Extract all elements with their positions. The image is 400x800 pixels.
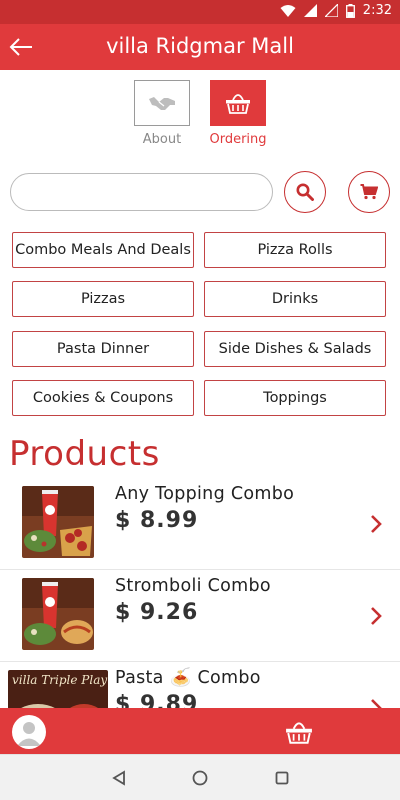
product-price: $ 9.89 bbox=[115, 692, 199, 708]
product-image bbox=[22, 486, 94, 558]
product-name: Stromboli Combo bbox=[115, 576, 271, 596]
product-price: $ 8.99 bbox=[115, 508, 199, 533]
product-item[interactable]: villa Triple Play Pasta 🍝 Combo $ 9.89 bbox=[0, 662, 400, 708]
category-side-dishes-salads[interactable]: Side Dishes & Salads bbox=[204, 331, 386, 367]
app-bar: villa Ridgmar Mall bbox=[0, 24, 400, 70]
category-drinks[interactable]: Drinks bbox=[204, 281, 386, 317]
handshake-icon bbox=[149, 97, 175, 110]
status-time: 2:32 bbox=[362, 3, 392, 18]
category-pasta-dinner[interactable]: Pasta Dinner bbox=[12, 331, 194, 367]
product-name: Any Topping Combo bbox=[115, 484, 295, 504]
battery-icon bbox=[345, 3, 355, 18]
product-image: villa Triple Play bbox=[8, 670, 108, 708]
search-button[interactable] bbox=[284, 171, 326, 213]
tab-about[interactable]: About bbox=[134, 80, 190, 147]
cart-button[interactable] bbox=[348, 171, 390, 213]
tab-about-icon-box bbox=[134, 80, 190, 126]
page-title: villa Ridgmar Mall bbox=[106, 34, 294, 58]
nav-home-button[interactable] bbox=[189, 767, 211, 789]
status-bar: 2:32 bbox=[0, 0, 400, 24]
cart-icon bbox=[360, 184, 378, 200]
products-heading: Products bbox=[9, 434, 160, 474]
signal-icon bbox=[303, 4, 317, 17]
product-name: Pasta 🍝 Combo bbox=[115, 668, 261, 688]
basket-icon bbox=[226, 94, 250, 114]
nav-back-button[interactable] bbox=[108, 767, 130, 789]
product-price: $ 9.26 bbox=[115, 600, 199, 625]
category-pizza-rolls[interactable]: Pizza Rolls bbox=[204, 232, 386, 268]
search-input[interactable] bbox=[10, 173, 273, 211]
bottom-bar bbox=[0, 708, 400, 754]
product-list: Any Topping Combo $ 8.99 Stromboli Combo… bbox=[0, 478, 400, 708]
wifi-icon bbox=[280, 4, 296, 17]
triangle-back-icon bbox=[112, 770, 125, 786]
chevron-right-icon bbox=[371, 699, 382, 708]
status-icons: 2:32 bbox=[280, 3, 392, 18]
square-recents-icon bbox=[275, 771, 289, 785]
user-avatar-icon bbox=[17, 722, 41, 746]
basket-button[interactable] bbox=[283, 717, 315, 747]
circle-home-icon bbox=[192, 770, 208, 786]
category-toppings[interactable]: Toppings bbox=[204, 380, 386, 416]
profile-button[interactable] bbox=[12, 715, 46, 749]
chevron-right-icon bbox=[371, 515, 382, 533]
tab-ordering[interactable]: Ordering bbox=[209, 80, 267, 147]
nav-recents-button[interactable] bbox=[271, 767, 293, 789]
product-image bbox=[22, 578, 94, 650]
search-icon bbox=[296, 183, 314, 201]
basket-icon bbox=[286, 722, 312, 744]
tab-ordering-icon-box bbox=[210, 80, 266, 126]
category-pizzas[interactable]: Pizzas bbox=[12, 281, 194, 317]
signal-icon bbox=[324, 4, 338, 17]
tab-bar: About Ordering bbox=[0, 80, 400, 152]
chevron-right-icon bbox=[371, 607, 382, 625]
product-image-text: villa Triple Play bbox=[12, 673, 107, 687]
category-cookies-coupons[interactable]: Cookies & Coupons bbox=[12, 380, 194, 416]
tab-ordering-label: Ordering bbox=[209, 132, 267, 147]
category-combo-meals-and-deals[interactable]: Combo Meals And Deals bbox=[12, 232, 194, 268]
product-item[interactable]: Stromboli Combo $ 9.26 bbox=[0, 570, 400, 662]
product-item[interactable]: Any Topping Combo $ 8.99 bbox=[0, 478, 400, 570]
system-nav-bar bbox=[0, 754, 400, 800]
